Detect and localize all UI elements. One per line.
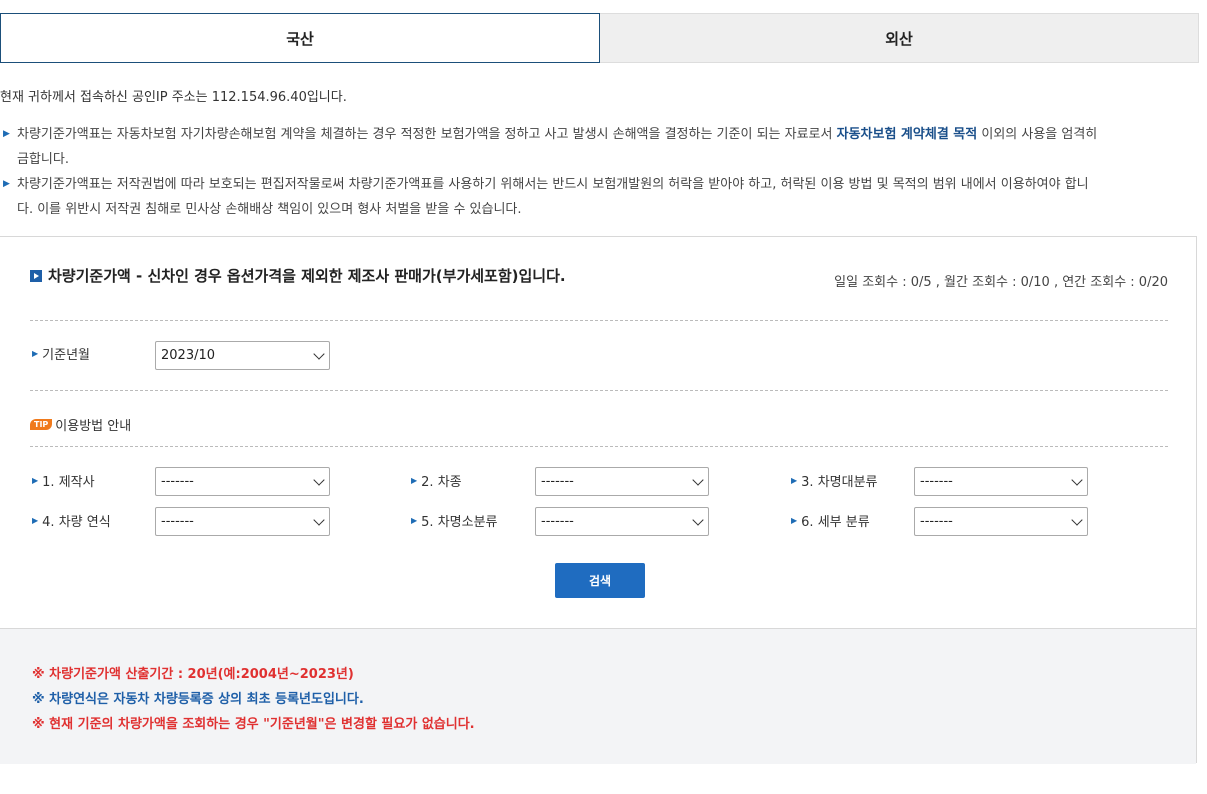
model-major-value: ------- bbox=[920, 474, 953, 489]
chevron-down-icon bbox=[313, 348, 325, 360]
triangle-bullet-icon: ▶ bbox=[3, 179, 10, 189]
base-month-label: ▶ 기준년월 bbox=[32, 344, 90, 363]
notice-item: ▶ 차량기준가액표는 자동차보험 자기차량손해보험 계약을 체결하는 경우 적정… bbox=[0, 122, 1200, 172]
usage-guide-label: 이용방법 안내 bbox=[55, 419, 132, 434]
notice-emphasis: 자동차보험 계약체결 목적 bbox=[836, 127, 978, 142]
model-year-label: ▶ 4. 차량 연식 bbox=[32, 511, 111, 530]
tab-imported[interactable]: 외산 bbox=[600, 13, 1199, 63]
info-note-period: ※ 차량기준가액 산출기간 : 20년(예:2004년~2023년) bbox=[32, 667, 354, 682]
base-month-label-text: 기준년월 bbox=[42, 348, 90, 363]
play-square-icon bbox=[30, 269, 42, 282]
tip-badge: TIP bbox=[30, 419, 53, 430]
chevron-down-icon bbox=[1071, 474, 1083, 486]
maker-label-text: 1. 제작사 bbox=[42, 475, 95, 490]
model-major-select[interactable]: ------- bbox=[914, 467, 1088, 496]
triangle-bullet-icon: ▶ bbox=[32, 516, 39, 525]
usage-guide-link[interactable]: TIP 이용방법 안내 bbox=[30, 415, 131, 434]
model-year-value: ------- bbox=[161, 514, 194, 529]
notice-text: 다. 이를 위반시 저작권 침해로 민사상 손해배상 책임이 있으며 형사 처벌… bbox=[17, 202, 522, 217]
vehicle-type-label: ▶ 2. 차종 bbox=[411, 471, 462, 490]
model-major-label-text: 3. 차명대분류 bbox=[801, 475, 878, 490]
model-minor-value: ------- bbox=[541, 514, 574, 529]
triangle-bullet-icon: ▶ bbox=[791, 476, 798, 485]
panel-header: 차량기준가액 - 신차인 경우 옵션가격을 제외한 제조사 판매가(부가세포함)… bbox=[30, 265, 1168, 295]
triangle-bullet-icon: ▶ bbox=[32, 349, 39, 358]
notice-text: 금합니다. bbox=[17, 152, 69, 167]
vehicle-type-label-text: 2. 차종 bbox=[421, 475, 462, 490]
ip-notice: 현재 귀하께서 접속하신 공인IP 주소는 112.154.96.40입니다. bbox=[0, 90, 347, 105]
chevron-down-icon bbox=[1071, 514, 1083, 526]
model-major-label: ▶ 3. 차명대분류 bbox=[791, 471, 878, 490]
vehicle-type-select[interactable]: ------- bbox=[535, 467, 709, 496]
maker-label: ▶ 1. 제작사 bbox=[32, 471, 95, 490]
chevron-down-icon bbox=[313, 474, 325, 486]
search-button[interactable]: 검색 bbox=[555, 563, 645, 598]
notice-text: 이외의 사용을 엄격히 bbox=[977, 127, 1098, 142]
model-minor-label: ▶ 5. 차명소분류 bbox=[411, 511, 498, 530]
tab-domestic[interactable]: 국산 bbox=[0, 13, 600, 63]
divider bbox=[30, 446, 1168, 447]
detail-class-label-text: 6. 세부 분류 bbox=[801, 515, 870, 530]
info-box: ※ 차량기준가액 산출기간 : 20년(예:2004년~2023년) ※ 차량연… bbox=[0, 628, 1196, 764]
model-minor-select[interactable]: ------- bbox=[535, 507, 709, 536]
notice-text: 차량기준가액표는 저작권법에 따라 보호되는 편집저작물로써 차량기준가액표를 … bbox=[17, 177, 1089, 192]
detail-class-label: ▶ 6. 세부 분류 bbox=[791, 511, 870, 530]
model-minor-label-text: 5. 차명소분류 bbox=[421, 515, 498, 530]
info-note-basemonth: ※ 현재 기준의 차량가액을 조회하는 경우 "기준년월"은 변경할 필요가 없… bbox=[32, 717, 475, 732]
notice-text: 차량기준가액표는 자동차보험 자기차량손해보험 계약을 체결하는 경우 적정한 … bbox=[17, 127, 837, 142]
detail-class-select[interactable]: ------- bbox=[914, 507, 1088, 536]
search-panel: 차량기준가액 - 신차인 경우 옵션가격을 제외한 제조사 판매가(부가세포함)… bbox=[0, 236, 1197, 764]
panel-title: 차량기준가액 - 신차인 경우 옵션가격을 제외한 제조사 판매가(부가세포함)… bbox=[30, 265, 566, 286]
triangle-bullet-icon: ▶ bbox=[411, 516, 418, 525]
vehicle-type-value: ------- bbox=[541, 474, 574, 489]
chevron-down-icon bbox=[313, 514, 325, 526]
model-year-select[interactable]: ------- bbox=[155, 507, 330, 536]
chevron-down-icon bbox=[692, 474, 704, 486]
detail-class-value: ------- bbox=[920, 514, 953, 529]
origin-tabs: 국산 외산 bbox=[0, 13, 1199, 63]
maker-select[interactable]: ------- bbox=[155, 467, 330, 496]
triangle-bullet-icon: ▶ bbox=[411, 476, 418, 485]
base-month-value: 2023/10 bbox=[161, 348, 216, 363]
lookup-count: 일일 조회수 : 0/5 , 월간 조회수 : 0/10 , 연간 조회수 : … bbox=[834, 275, 1168, 290]
divider bbox=[30, 390, 1168, 391]
triangle-bullet-icon: ▶ bbox=[791, 516, 798, 525]
info-note-year: ※ 차량연식은 자동차 차량등록증 상의 최초 등록년도입니다. bbox=[32, 692, 364, 707]
triangle-bullet-icon: ▶ bbox=[3, 129, 10, 139]
panel-title-text: 차량기준가액 - 신차인 경우 옵션가격을 제외한 제조사 판매가(부가세포함)… bbox=[48, 267, 566, 285]
chevron-down-icon bbox=[692, 514, 704, 526]
triangle-bullet-icon: ▶ bbox=[32, 476, 39, 485]
maker-value: ------- bbox=[161, 474, 194, 489]
notice-list: ▶ 차량기준가액표는 자동차보험 자기차량손해보험 계약을 체결하는 경우 적정… bbox=[0, 122, 1200, 222]
base-month-select[interactable]: 2023/10 bbox=[155, 341, 330, 370]
notice-item: ▶ 차량기준가액표는 저작권법에 따라 보호되는 편집저작물로써 차량기준가액표… bbox=[0, 172, 1200, 222]
model-year-label-text: 4. 차량 연식 bbox=[42, 515, 111, 530]
divider bbox=[30, 320, 1168, 321]
